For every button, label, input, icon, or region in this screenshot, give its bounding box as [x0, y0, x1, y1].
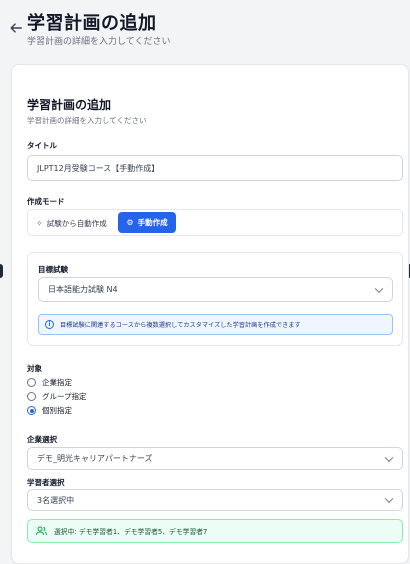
audience-option-individual[interactable]: 個別指定 — [27, 405, 72, 416]
page-subtitle: 学習計画の詳細を入力してください — [27, 37, 171, 47]
info-text: 目標試験に関連するコースから複数選択してカスタマイズした学習計画を作成できます — [60, 322, 301, 329]
selected-learners-badge: 選択中: デモ学習者1、デモ学習者5、デモ学習者7 — [27, 519, 403, 543]
title-input-value: JLPT12月受験コース【手動作成】 — [37, 163, 160, 173]
users-icon — [36, 526, 47, 536]
sparkles-icon: ✧ — [36, 218, 43, 228]
chevron-down-icon — [384, 494, 394, 504]
card-subtitle: 学習計画の詳細を入力してください — [27, 116, 147, 125]
company-select[interactable]: デモ_明光キャリアパートナーズ — [27, 447, 403, 470]
mode-auto-button[interactable]: ✧ 試験から自動作成 — [36, 215, 107, 231]
radio-button[interactable] — [27, 378, 36, 387]
learner-select[interactable]: 3名選択中 — [27, 489, 403, 511]
mode-manual-label: 手動作成 — [137, 218, 168, 227]
arrow-left-icon[interactable] — [9, 21, 23, 35]
mode-auto-label: 試験から自動作成 — [46, 218, 107, 228]
title-input[interactable]: JLPT12月受験コース【手動作成】 — [27, 155, 403, 181]
radio-button-selected[interactable] — [27, 406, 36, 415]
audience-option-label: グループ指定 — [42, 392, 87, 401]
info-alert: i 目標試験に関連するコースから複数選択してカスタマイズした学習計画を作成できま… — [38, 314, 393, 335]
page-title: 学習計画の追加 — [27, 13, 157, 34]
left-edge-handle — [0, 264, 3, 278]
chevron-down-icon — [384, 453, 394, 462]
learner-label: 学習者選択 — [27, 478, 65, 487]
page-header: 学習計画の追加 学習計画の詳細を入力してください — [0, 0, 410, 58]
company-value: デモ_明光キャリアパートナーズ — [37, 454, 153, 463]
selected-learners-text: 選択中: デモ学習者1、デモ学習者5、デモ学習者7 — [54, 528, 208, 536]
learner-value: 3名選択中 — [37, 495, 75, 505]
chevron-down-icon — [374, 284, 384, 293]
radio-button[interactable] — [27, 392, 36, 401]
audience-option-label: 個別指定 — [42, 406, 72, 415]
gear-icon: ⚙ — [126, 218, 134, 227]
target-exam-label: 目標試験 — [38, 265, 68, 274]
audience-option-group[interactable]: グループ指定 — [27, 391, 87, 402]
mode-label: 作成モード — [27, 197, 65, 206]
target-exam-value: 日本語能力試験 N4 — [48, 285, 118, 294]
card-title: 学習計画の追加 — [27, 98, 112, 112]
title-label: タイトル — [27, 141, 57, 150]
company-label: 企業選択 — [27, 435, 57, 444]
audience-option-company[interactable]: 企業指定 — [27, 377, 72, 388]
audience-label: 対象 — [27, 364, 42, 373]
target-exam-select[interactable]: 日本語能力試験 N4 — [38, 277, 393, 302]
audience-option-label: 企業指定 — [42, 378, 72, 387]
mode-manual-button[interactable]: ⚙ 手動作成 — [118, 212, 176, 233]
info-icon: i — [45, 320, 54, 329]
